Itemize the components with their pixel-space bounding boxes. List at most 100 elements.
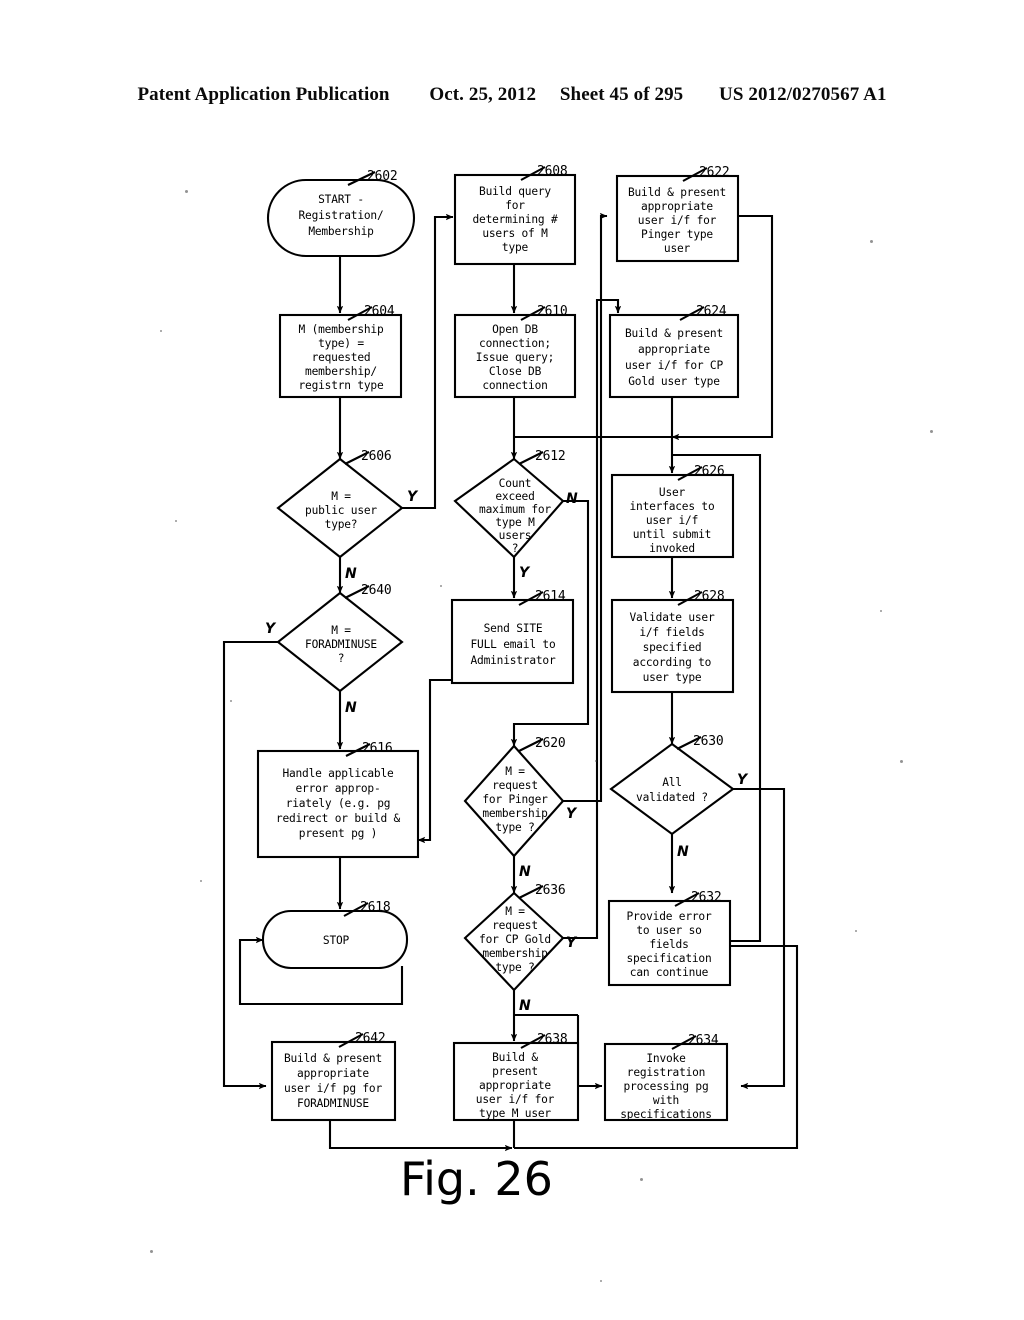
node-2610-line-1: connection; (479, 337, 551, 350)
node-2630-no-label: N (677, 844, 689, 860)
node-2616-line-3: redirect or build & (276, 812, 401, 825)
node-2606-line-0: M = (331, 490, 351, 503)
node-2624-line-0: Build & present (625, 327, 723, 340)
node-2630-shape (609, 742, 735, 836)
node-2604: M (membership type) = requested membersh… (278, 304, 403, 399)
node-2628-line-2: specified (643, 641, 702, 654)
node-2616: Handle applicable error approp- riately … (256, 741, 420, 859)
node-2608-line-3: users of M (482, 227, 548, 240)
node-2614-line-0: Send SITE (484, 622, 543, 635)
scan-speck (200, 880, 202, 882)
node-2638-line-4: type M user (479, 1107, 551, 1120)
node-2636-line-4: type ? (495, 961, 534, 974)
node-2620-line-1: request (492, 779, 538, 792)
node-2626-line-3: until submit (633, 528, 711, 541)
node-2612-yes-label: Y (519, 565, 531, 581)
node-2602: START - Registration/ Membership 2602 (266, 169, 416, 258)
scan-speck (880, 610, 882, 612)
node-2616-line-1: error approp- (296, 782, 381, 795)
node-2610-line-4: connection (482, 379, 547, 392)
node-2602-line-0: START - (318, 193, 364, 206)
node-2640-line-2: ? (338, 652, 345, 665)
node-2612-ref: 2612 (535, 449, 566, 464)
node-2624: Build & present appropriate user i/f for… (608, 304, 740, 399)
node-2642: Build & present appropriate user i/f pg … (270, 1031, 397, 1122)
conn-2630yes-2634 (733, 787, 786, 1090)
node-2604-line-2: requested (312, 351, 371, 364)
patent-page: Patent Application Publication Oct. 25, … (0, 0, 1024, 1320)
node-2640-no-label: N (345, 700, 357, 716)
node-2608: Build query for determining # users of M… (453, 164, 577, 266)
node-2606-no-label: N (345, 566, 357, 582)
node-2618-ref: 2618 (360, 900, 391, 915)
node-2628-line-0: Validate user (630, 611, 715, 624)
node-2624-line-3: Gold user type (628, 375, 720, 388)
node-2626-ref: 2626 (694, 464, 725, 479)
node-2606-line-2: type? (325, 518, 358, 531)
node-2636-no-label: N (519, 998, 531, 1014)
scan-speck (870, 240, 873, 243)
node-2612-line-1: exceed (495, 490, 534, 503)
node-2638-line-0: Build & (492, 1051, 538, 1064)
node-2634-ref: 2634 (688, 1033, 719, 1048)
node-2636-line-0: M = (505, 905, 525, 918)
node-2612-line-5: ? (512, 542, 519, 555)
node-2634-line-1: registration (627, 1066, 705, 1079)
node-2612-line-3: type M (495, 516, 535, 529)
flowchart-diagram: START - Registration/ Membership 2602 M … (222, 164, 799, 1152)
node-2612-line-2: maximum for (479, 503, 551, 516)
node-2624-line-1: appropriate (638, 343, 710, 356)
scan-speck (855, 930, 857, 932)
node-2608-line-4: type (502, 241, 529, 254)
node-2620-yes-label: Y (566, 806, 578, 822)
node-2630: All validated ? 2630 Y N (609, 734, 749, 860)
node-2632-ref: 2632 (691, 890, 722, 905)
node-2602-ref: 2602 (367, 169, 398, 184)
node-2632-line-1: to user so (636, 924, 701, 937)
scan-speck (640, 1178, 643, 1181)
node-2622-line-4: user (664, 242, 691, 255)
node-2626-line-2: user i/f (646, 514, 698, 527)
node-2640-line-1: FORADMINUSE (305, 638, 377, 651)
conn-2614-2616 (417, 678, 452, 844)
node-2622: Build & present appropriate user i/f for… (615, 165, 740, 263)
node-2632-line-3: specification (627, 952, 712, 965)
node-2640-yes-label: Y (265, 621, 277, 637)
node-2606-yes-label: Y (407, 489, 419, 505)
node-2604-line-4: registrn type (299, 379, 384, 392)
node-2622-line-0: Build & present (628, 186, 726, 199)
node-2606-ref: 2606 (361, 449, 392, 464)
node-2632-line-4: can continue (630, 966, 709, 979)
node-2636: M = request for CP Gold membership type … (463, 883, 578, 1014)
node-2638-line-1: present (492, 1065, 538, 1078)
node-2618-line-0: STOP (323, 934, 350, 947)
node-2636-line-1: request (492, 919, 538, 932)
node-2630-line-0: All (662, 776, 682, 789)
node-2612-no-label: N (566, 491, 578, 507)
scan-speck (440, 585, 442, 587)
node-2634-line-4: specifications (620, 1108, 712, 1121)
node-2616-line-0: Handle applicable (282, 767, 394, 780)
node-2606-line-1: public user (305, 504, 377, 517)
scan-speck (930, 430, 933, 433)
node-2622-ref: 2622 (699, 165, 730, 180)
scan-speck (595, 760, 597, 762)
node-2620: M = request for Pinger membership type ?… (463, 736, 578, 880)
node-2642-line-3: FORADMINUSE (297, 1097, 369, 1110)
node-2602-line-2: Membership (308, 225, 374, 238)
node-2606: M = public user type? 2606 Y N (276, 449, 419, 582)
node-2642-line-2: user i/f pg for (284, 1082, 382, 1095)
node-2636-ref: 2636 (535, 883, 566, 898)
node-2626-line-1: interfaces to (630, 500, 715, 513)
node-2612-line-4: users (499, 529, 532, 542)
node-2634-line-3: with (653, 1094, 679, 1107)
node-2638-ref: 2638 (537, 1032, 568, 1047)
node-2640-ref: 2640 (361, 583, 392, 598)
scan-speck (600, 1280, 602, 1282)
figure-caption: Fig. 26 (400, 1152, 553, 1206)
conn-bottombus-to-2632 (731, 944, 799, 990)
node-2610-line-0: Open DB (492, 323, 538, 336)
node-2624-ref: 2624 (696, 304, 727, 319)
node-2604-line-3: membership/ (305, 365, 377, 378)
node-2620-no-label: N (519, 864, 531, 880)
